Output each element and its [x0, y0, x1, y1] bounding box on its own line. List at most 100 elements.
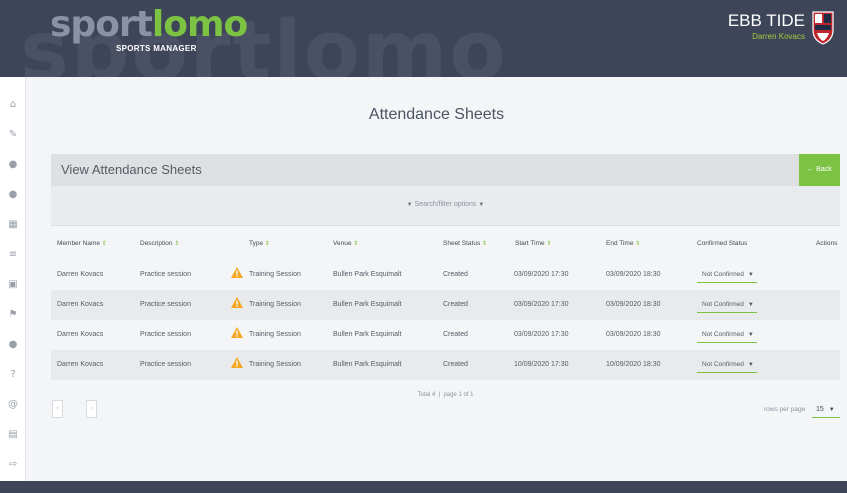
- help-icon[interactable]: ?: [7, 369, 19, 381]
- flag-icon[interactable]: ⚑: [7, 309, 19, 321]
- cell-member: Darren Kovacs: [57, 271, 104, 278]
- warning-icon: [231, 327, 243, 338]
- cell-start-time: 03/09/2020 17:30: [514, 271, 569, 278]
- col-header-actions: Actions: [816, 240, 838, 247]
- col-header-member-name[interactable]: Member Name ⇕: [57, 240, 107, 247]
- back-button[interactable]: ← Back: [799, 154, 840, 186]
- cell-member: Darren Kovacs: [57, 331, 104, 338]
- caret-down-icon: ▼: [478, 202, 485, 208]
- col-header-sheet-status[interactable]: Sheet Status ⇕: [443, 240, 487, 247]
- cell-description: Practice session: [140, 271, 191, 278]
- user-icon[interactable]: ●: [7, 159, 19, 171]
- cell-type: Training Session: [249, 271, 301, 278]
- page-indicator: page 1 of 1: [443, 392, 474, 398]
- search-filter-bar: ▼ Search/filter options ▼: [51, 186, 840, 226]
- table-row[interactable]: Darren Kovacs Practice session Training …: [51, 350, 840, 380]
- search-filter-label: Search/filter options: [414, 201, 477, 208]
- cell-description: Practice session: [140, 361, 191, 368]
- sort-icon: ⇕: [264, 241, 270, 247]
- caret-down-icon: ▼: [406, 202, 413, 208]
- prev-page-button[interactable]: ‹: [52, 400, 63, 418]
- calendar-icon[interactable]: ▦: [7, 219, 19, 231]
- cell-sheet-status: Created: [443, 301, 468, 308]
- cell-start-time: 03/09/2020 17:30: [514, 331, 569, 338]
- cell-member: Darren Kovacs: [57, 301, 104, 308]
- cell-sheet-status: Created: [443, 271, 468, 278]
- panel-header: View Attendance Sheets: [51, 154, 799, 186]
- club-name: EBB TIDE: [727, 11, 805, 30]
- left-sidebar: ⌂ ✎ ● ● ▦ ≡ ▣ ⚑ ● ? @ ▤ ⇨: [0, 77, 26, 481]
- rows-per-page-select[interactable]: 15 ▼: [812, 401, 840, 418]
- list-icon[interactable]: ≡: [7, 249, 19, 261]
- logo-subtitle: SPORTS MANAGER: [116, 44, 197, 53]
- clipboard-icon[interactable]: ▣: [7, 279, 19, 291]
- col-header-end-time[interactable]: End Time ⇕: [606, 240, 640, 247]
- page-title: Attendance Sheets: [368, 106, 505, 123]
- caret-down-icon: ▼: [747, 332, 754, 338]
- confirmed-status-select[interactable]: Not Confirmed ▼: [697, 326, 757, 343]
- search-filter-toggle[interactable]: ▼ Search/filter options ▼: [51, 201, 840, 208]
- cell-end-time: 03/09/2020 18:30: [606, 271, 661, 278]
- club-profile[interactable]: EBB TIDE Darren Kovacs: [728, 10, 835, 46]
- cell-sheet-status: Created: [443, 361, 468, 368]
- users-icon[interactable]: ●: [7, 189, 19, 201]
- warning-icon: [231, 267, 243, 278]
- confirmed-status-select[interactable]: Not Confirmed ▼: [697, 296, 757, 313]
- next-page-button[interactable]: ›: [86, 400, 97, 418]
- warning-icon: [231, 297, 243, 308]
- cell-venue: Bullen Park Esquimalt: [333, 301, 402, 308]
- col-header-venue[interactable]: Venue ⇕: [333, 240, 358, 247]
- cell-sheet-status: Created: [443, 331, 468, 338]
- home-icon[interactable]: ⌂: [7, 99, 19, 111]
- cell-type: Training Session: [249, 301, 301, 308]
- cell-start-time: 10/09/2020 17:30: [514, 361, 569, 368]
- sort-icon: ⇕: [174, 241, 180, 247]
- cell-member: Darren Kovacs: [57, 361, 104, 368]
- sort-icon: ⇕: [546, 241, 552, 247]
- logout-icon[interactable]: ⇨: [7, 459, 19, 471]
- confirmed-status-select[interactable]: Not Confirmed ▼: [697, 356, 757, 373]
- col-header-start-time[interactable]: Start Time ⇕: [515, 240, 551, 247]
- cell-venue: Bullen Park Esquimalt: [333, 271, 402, 278]
- table-row[interactable]: Darren Kovacs Practice session Training …: [51, 290, 840, 320]
- cell-start-time: 03/09/2020 17:30: [514, 301, 569, 308]
- cell-description: Practice session: [140, 301, 191, 308]
- document-icon[interactable]: ▤: [7, 429, 19, 441]
- logo-text-lomo: lomo: [151, 4, 248, 45]
- cell-end-time: 10/09/2020 18:30: [606, 361, 661, 368]
- edit-icon[interactable]: ✎: [7, 129, 19, 141]
- app-root: sportlomo sportlomo SPORTS MANAGER EBB T…: [0, 0, 847, 493]
- at-icon[interactable]: @: [7, 399, 19, 411]
- table-row[interactable]: Darren Kovacs Practice session Training …: [51, 260, 840, 290]
- caret-down-icon: ▼: [828, 407, 835, 413]
- col-header-type[interactable]: Type ⇕: [249, 240, 270, 247]
- rows-per-page-label: rows per page: [764, 406, 806, 413]
- caret-down-icon: ▼: [747, 302, 754, 308]
- sort-icon: ⇕: [482, 241, 488, 247]
- bottom-bar: [0, 481, 847, 493]
- cell-end-time: 03/09/2020 18:30: [606, 331, 661, 338]
- sort-icon: ⇕: [353, 241, 359, 247]
- cell-type: Training Session: [249, 331, 301, 338]
- panel-title: View Attendance Sheets: [61, 162, 202, 177]
- sportlomo-logo[interactable]: sportlomo SPORTS MANAGER: [50, 4, 248, 54]
- confirmed-status-select[interactable]: Not Confirmed ▼: [697, 266, 757, 283]
- cell-type: Training Session: [249, 361, 301, 368]
- cell-description: Practice session: [140, 331, 191, 338]
- col-header-description[interactable]: Description ⇕: [140, 240, 179, 247]
- sort-icon: ⇕: [635, 241, 641, 247]
- warning-icon: [231, 357, 243, 368]
- caret-down-icon: ▼: [747, 272, 754, 278]
- sort-icon: ⇕: [101, 241, 107, 247]
- person-icon[interactable]: ●: [7, 339, 19, 351]
- table-row[interactable]: Darren Kovacs Practice session Training …: [51, 320, 840, 350]
- cell-end-time: 03/09/2020 18:30: [606, 301, 661, 308]
- logo-text-sport: sport: [50, 4, 153, 45]
- user-name: Darren Kovacs: [752, 32, 805, 41]
- top-header: sportlomo sportlomo SPORTS MANAGER EBB T…: [0, 0, 847, 77]
- pagination-info: Total 4 | page 1 of 1: [417, 392, 474, 398]
- total-count: Total 4: [417, 392, 436, 398]
- cell-venue: Bullen Park Esquimalt: [333, 331, 402, 338]
- cell-venue: Bullen Park Esquimalt: [333, 361, 402, 368]
- col-header-confirmed-status: Confirmed Status: [697, 240, 748, 247]
